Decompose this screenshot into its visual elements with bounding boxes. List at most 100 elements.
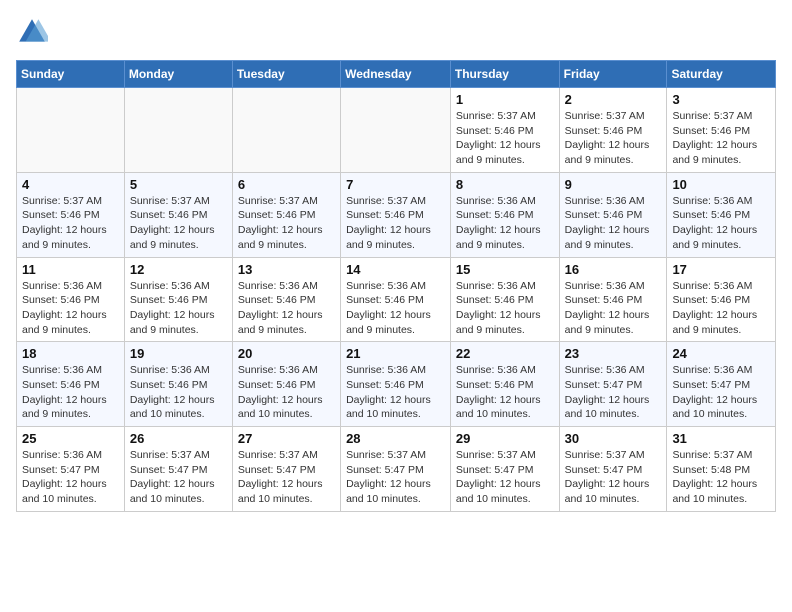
calendar-cell: 28 Sunrise: 5:37 AM Sunset: 5:47 PM Dayli… [341, 427, 451, 512]
day-number: 18 [22, 346, 119, 361]
calendar-cell: 10 Sunrise: 5:36 AM Sunset: 5:46 PM Dayli… [667, 172, 776, 257]
day-info: Sunrise: 5:36 AM Sunset: 5:46 PM Dayligh… [22, 363, 119, 422]
day-header-sunday: Sunday [17, 61, 125, 88]
day-number: 12 [130, 262, 227, 277]
day-info: Sunrise: 5:37 AM Sunset: 5:46 PM Dayligh… [238, 194, 335, 253]
day-number: 22 [456, 346, 554, 361]
day-info: Sunrise: 5:36 AM Sunset: 5:46 PM Dayligh… [672, 279, 770, 338]
calendar-week-row: 1 Sunrise: 5:37 AM Sunset: 5:46 PM Daylig… [17, 88, 776, 173]
day-info: Sunrise: 5:37 AM Sunset: 5:46 PM Dayligh… [130, 194, 227, 253]
day-number: 31 [672, 431, 770, 446]
day-number: 8 [456, 177, 554, 192]
day-info: Sunrise: 5:36 AM Sunset: 5:46 PM Dayligh… [130, 363, 227, 422]
day-number: 4 [22, 177, 119, 192]
day-info: Sunrise: 5:36 AM Sunset: 5:46 PM Dayligh… [346, 363, 445, 422]
day-number: 1 [456, 92, 554, 107]
logo [16, 16, 52, 48]
calendar-cell: 27Sunrise: 5:37 AM Sunset: 5:47 PM Dayli… [232, 427, 340, 512]
day-info: Sunrise: 5:36 AM Sunset: 5:46 PM Dayligh… [456, 279, 554, 338]
calendar-cell: 14 Sunrise: 5:36 AM Sunset: 5:46 PM Dayli… [341, 257, 451, 342]
calendar-cell: 29 Sunrise: 5:37 AM Sunset: 5:47 PM Dayli… [450, 427, 559, 512]
day-info: Sunrise: 5:36 AM Sunset: 5:46 PM Dayligh… [238, 363, 335, 422]
day-info: Sunrise: 5:36 AM Sunset: 5:47 PM Dayligh… [672, 363, 770, 422]
day-number: 16 [565, 262, 662, 277]
day-header-tuesday: Tuesday [232, 61, 340, 88]
day-number: 6 [238, 177, 335, 192]
day-info: Sunrise: 5:36 AM Sunset: 5:46 PM Dayligh… [565, 194, 662, 253]
calendar-cell: 7 Sunrise: 5:37 AM Sunset: 5:46 PM Daylig… [341, 172, 451, 257]
calendar-cell: 31 Sunrise: 5:37 AM Sunset: 5:48 PM Dayli… [667, 427, 776, 512]
calendar-cell: 23Sunrise: 5:36 AM Sunset: 5:47 PM Dayli… [559, 342, 667, 427]
day-number: 29 [456, 431, 554, 446]
calendar-cell: 30 Sunrise: 5:37 AM Sunset: 5:47 PM Dayli… [559, 427, 667, 512]
calendar-week-row: 11 Sunrise: 5:36 AM Sunset: 5:46 PM Dayli… [17, 257, 776, 342]
day-header-saturday: Saturday [667, 61, 776, 88]
day-info: Sunrise: 5:36 AM Sunset: 5:46 PM Dayligh… [22, 279, 119, 338]
day-info: Sunrise: 5:37 AM Sunset: 5:47 PM Dayligh… [346, 448, 445, 507]
day-info: Sunrise: 5:37 AM Sunset: 5:46 PM Dayligh… [346, 194, 445, 253]
calendar-header-row: SundayMondayTuesdayWednesdayThursdayFrid… [17, 61, 776, 88]
calendar-cell: 2 Sunrise: 5:37 AM Sunset: 5:46 PM Daylig… [559, 88, 667, 173]
calendar-cell: 26 Sunrise: 5:37 AM Sunset: 5:47 PM Dayli… [124, 427, 232, 512]
calendar-cell [341, 88, 451, 173]
day-number: 11 [22, 262, 119, 277]
day-info: Sunrise: 5:36 AM Sunset: 5:47 PM Dayligh… [22, 448, 119, 507]
day-number: 7 [346, 177, 445, 192]
day-number: 19 [130, 346, 227, 361]
day-info: Sunrise: 5:37 AM Sunset: 5:47 PM Dayligh… [130, 448, 227, 507]
calendar-cell: 20 Sunrise: 5:36 AM Sunset: 5:46 PM Dayli… [232, 342, 340, 427]
day-number: 15 [456, 262, 554, 277]
calendar-cell: 25 Sunrise: 5:36 AM Sunset: 5:47 PM Dayli… [17, 427, 125, 512]
calendar-week-row: 18 Sunrise: 5:36 AM Sunset: 5:46 PM Dayli… [17, 342, 776, 427]
day-info: Sunrise: 5:37 AM Sunset: 5:46 PM Dayligh… [22, 194, 119, 253]
calendar-cell: 13Sunrise: 5:36 AM Sunset: 5:46 PM Dayli… [232, 257, 340, 342]
day-info: Sunrise: 5:36 AM Sunset: 5:46 PM Dayligh… [672, 194, 770, 253]
calendar-cell: 5 Sunrise: 5:37 AM Sunset: 5:46 PM Daylig… [124, 172, 232, 257]
day-info: Sunrise: 5:36 AM Sunset: 5:46 PM Dayligh… [238, 279, 335, 338]
calendar-week-row: 25 Sunrise: 5:36 AM Sunset: 5:47 PM Dayli… [17, 427, 776, 512]
day-number: 17 [672, 262, 770, 277]
calendar-cell: 18 Sunrise: 5:36 AM Sunset: 5:46 PM Dayli… [17, 342, 125, 427]
day-info: Sunrise: 5:37 AM Sunset: 5:47 PM Dayligh… [456, 448, 554, 507]
calendar-cell: 22Sunrise: 5:36 AM Sunset: 5:46 PM Dayli… [450, 342, 559, 427]
day-number: 2 [565, 92, 662, 107]
day-info: Sunrise: 5:36 AM Sunset: 5:46 PM Dayligh… [456, 194, 554, 253]
day-info: Sunrise: 5:37 AM Sunset: 5:48 PM Dayligh… [672, 448, 770, 507]
day-number: 26 [130, 431, 227, 446]
day-info: Sunrise: 5:37 AM Sunset: 5:46 PM Dayligh… [565, 109, 662, 168]
day-number: 5 [130, 177, 227, 192]
day-number: 21 [346, 346, 445, 361]
day-number: 9 [565, 177, 662, 192]
calendar-table: SundayMondayTuesdayWednesdayThursdayFrid… [16, 60, 776, 512]
calendar-week-row: 4 Sunrise: 5:37 AM Sunset: 5:46 PM Daylig… [17, 172, 776, 257]
calendar-cell: 4 Sunrise: 5:37 AM Sunset: 5:46 PM Daylig… [17, 172, 125, 257]
day-info: Sunrise: 5:37 AM Sunset: 5:46 PM Dayligh… [672, 109, 770, 168]
calendar-cell [17, 88, 125, 173]
calendar-cell: 8 Sunrise: 5:36 AM Sunset: 5:46 PM Daylig… [450, 172, 559, 257]
day-number: 25 [22, 431, 119, 446]
calendar-cell: 6 Sunrise: 5:37 AM Sunset: 5:46 PM Daylig… [232, 172, 340, 257]
day-info: Sunrise: 5:36 AM Sunset: 5:46 PM Dayligh… [565, 279, 662, 338]
calendar-cell: 9 Sunrise: 5:36 AM Sunset: 5:46 PM Daylig… [559, 172, 667, 257]
calendar-cell: 17 Sunrise: 5:36 AM Sunset: 5:46 PM Dayli… [667, 257, 776, 342]
day-info: Sunrise: 5:37 AM Sunset: 5:46 PM Dayligh… [456, 109, 554, 168]
day-number: 10 [672, 177, 770, 192]
day-number: 24 [672, 346, 770, 361]
day-header-thursday: Thursday [450, 61, 559, 88]
day-number: 30 [565, 431, 662, 446]
day-number: 28 [346, 431, 445, 446]
day-info: Sunrise: 5:37 AM Sunset: 5:47 PM Dayligh… [565, 448, 662, 507]
day-info: Sunrise: 5:36 AM Sunset: 5:46 PM Dayligh… [346, 279, 445, 338]
logo-icon [16, 16, 48, 48]
day-number: 20 [238, 346, 335, 361]
calendar-cell: 16 Sunrise: 5:36 AM Sunset: 5:46 PM Dayli… [559, 257, 667, 342]
calendar-cell: 3Sunrise: 5:37 AM Sunset: 5:46 PM Daylig… [667, 88, 776, 173]
day-header-monday: Monday [124, 61, 232, 88]
day-info: Sunrise: 5:36 AM Sunset: 5:46 PM Dayligh… [130, 279, 227, 338]
day-number: 14 [346, 262, 445, 277]
day-header-friday: Friday [559, 61, 667, 88]
calendar-cell: 1 Sunrise: 5:37 AM Sunset: 5:46 PM Daylig… [450, 88, 559, 173]
calendar-cell [124, 88, 232, 173]
day-info: Sunrise: 5:36 AM Sunset: 5:47 PM Dayligh… [565, 363, 662, 422]
page-header [16, 16, 776, 48]
